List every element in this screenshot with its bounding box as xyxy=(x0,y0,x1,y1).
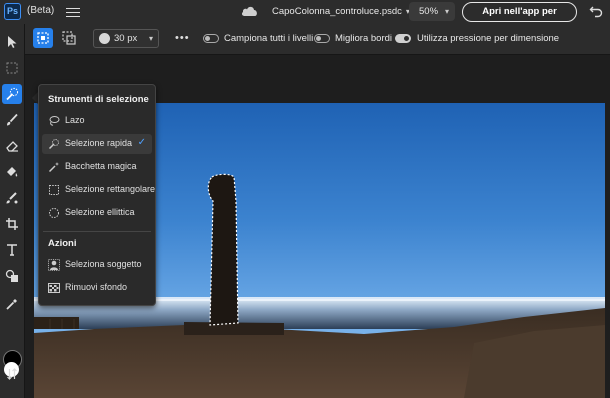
open-in-desktop-button[interactable]: Apri nell'app per desktop xyxy=(462,2,577,34)
menu-item-label: Bacchetta magica xyxy=(65,161,137,171)
elliptical-marquee-icon xyxy=(49,208,59,218)
brush-preview-icon xyxy=(99,33,110,44)
chevron-down-icon: ▾ xyxy=(148,34,153,43)
menu-item-elliptical-marquee[interactable]: Selezione ellittica xyxy=(42,203,152,223)
pressure-size-label: Utilizza pressione per dimensione xyxy=(417,33,560,44)
new-selection-button[interactable] xyxy=(33,28,53,48)
select-subject-icon xyxy=(48,259,60,271)
hamburger-menu-icon[interactable] xyxy=(66,5,80,19)
paint-bucket-tool[interactable] xyxy=(2,162,22,182)
menu-divider xyxy=(43,231,151,232)
healing-brush-tool[interactable] xyxy=(2,188,22,208)
selection-tools-menu: Strumenti di selezione Lazo Selezione ra… xyxy=(38,84,156,306)
new-selection-icon xyxy=(37,32,49,44)
brush-size-dropdown[interactable]: 30 px ▾ xyxy=(93,29,159,48)
cloud-icon[interactable] xyxy=(241,5,259,17)
transform-icon xyxy=(6,62,18,74)
crop-icon xyxy=(6,218,18,230)
remove-background-icon xyxy=(48,283,60,293)
menu-item-rectangular-marquee[interactable]: Selezione rettangolare xyxy=(42,180,156,200)
swap-colors-button[interactable] xyxy=(2,364,22,384)
eyedropper-tool[interactable] xyxy=(2,294,22,314)
move-tool[interactable] xyxy=(2,32,22,52)
subtract-selection-icon xyxy=(62,31,76,45)
type-tool[interactable] xyxy=(2,240,22,260)
transform-tool[interactable] xyxy=(2,58,22,78)
brush-tool[interactable] xyxy=(2,110,22,130)
quick-selection-icon xyxy=(6,87,19,101)
menu-item-lasso[interactable]: Lazo xyxy=(42,111,152,131)
crop-tool[interactable] xyxy=(2,214,22,234)
refine-edges-toggle[interactable] xyxy=(314,34,330,43)
zoom-value: 50% xyxy=(419,6,439,17)
more-options-icon[interactable]: ••• xyxy=(175,32,190,44)
sample-all-layers-label: Campiona tutti i livelli xyxy=(224,33,314,44)
menu-item-remove-background[interactable]: Rimuovi sfondo xyxy=(42,278,152,298)
quick-selection-icon xyxy=(48,139,59,150)
subtract-selection-button[interactable] xyxy=(59,28,79,48)
tool-options-bar: 30 px ▾ ••• Campiona tutti i livelli Mig… xyxy=(24,24,610,55)
healing-brush-icon xyxy=(6,192,18,204)
menu-item-label: Lazo xyxy=(65,115,85,125)
menu-item-label: Selezione ellittica xyxy=(65,207,135,217)
menu-item-select-subject[interactable]: Seleziona soggetto xyxy=(42,255,152,275)
shape-icon xyxy=(5,269,18,282)
menu-item-label: Selezione rettangolare xyxy=(65,184,156,194)
magic-wand-icon xyxy=(48,162,59,173)
undo-icon[interactable] xyxy=(589,4,603,18)
eraser-tool[interactable] xyxy=(2,136,22,156)
eraser-icon xyxy=(6,141,18,152)
document-filename: CapoColonna_controluce.psdc xyxy=(272,6,402,17)
chevron-down-icon: ▾ xyxy=(444,7,449,16)
lasso-icon xyxy=(49,116,60,126)
photoshop-logo[interactable]: Ps xyxy=(4,3,21,20)
menu-item-magic-wand[interactable]: Bacchetta magica xyxy=(42,157,152,177)
brush-icon xyxy=(7,113,18,126)
menu-item-label: Seleziona soggetto xyxy=(65,259,142,269)
menu-item-quick-selection[interactable]: Selezione rapida ✓ xyxy=(42,134,152,154)
quick-selection-tool[interactable] xyxy=(2,84,22,104)
shape-tool[interactable] xyxy=(2,266,22,286)
brush-size-value: 30 px xyxy=(114,33,138,44)
checkmark-icon: ✓ xyxy=(137,137,146,148)
rectangular-marquee-icon xyxy=(49,185,59,195)
eyedropper-icon xyxy=(6,299,17,310)
document-title[interactable]: CapoColonna_controluce.psdc ▾ xyxy=(272,6,410,17)
sample-all-layers-toggle[interactable] xyxy=(203,34,219,43)
app-header: Ps (Beta) CapoColonna_controluce.psdc ▾ 5… xyxy=(0,0,610,34)
move-arrow-icon xyxy=(8,36,17,48)
refine-edges-label: Migliora bordi xyxy=(335,33,393,44)
tools-panel xyxy=(0,24,25,398)
type-icon xyxy=(7,244,17,256)
paint-bucket-icon xyxy=(7,167,18,177)
pressure-size-toggle[interactable] xyxy=(395,34,411,43)
menu-item-label: Rimuovi sfondo xyxy=(65,282,128,292)
menu-section-title: Strumenti di selezione xyxy=(48,94,149,105)
zoom-dropdown[interactable]: 50% ▾ xyxy=(409,2,455,21)
menu-item-label: Selezione rapida xyxy=(65,138,133,148)
beta-badge: (Beta) xyxy=(27,5,55,16)
swap-arrows-icon xyxy=(7,368,17,380)
menu-actions-title: Azioni xyxy=(48,238,77,249)
